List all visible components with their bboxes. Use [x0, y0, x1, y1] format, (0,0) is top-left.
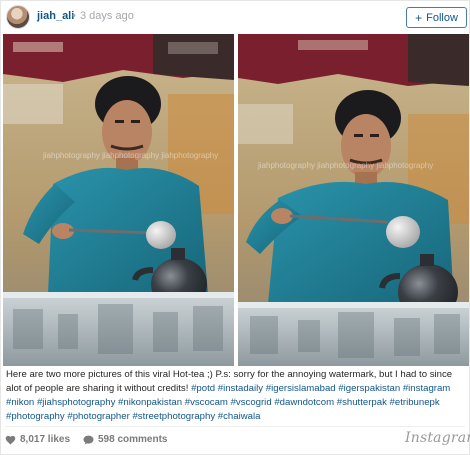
separator-dot: • — [72, 10, 76, 22]
likes-count[interactable]: 8,017 likes — [5, 434, 70, 445]
likes-label: 8,017 likes — [20, 434, 71, 445]
hashtag-link[interactable]: #vscogrid — [231, 397, 272, 408]
hashtag-link[interactable]: #nikonpakistan — [118, 397, 182, 408]
follow-label: Follow — [426, 11, 458, 24]
comments-label: 598 comments — [98, 434, 168, 445]
avatar[interactable] — [6, 5, 30, 29]
hashtag-link[interactable]: #etribunepk — [390, 397, 440, 408]
post-header: jiah_ali • 3 days ago + Follow — [1, 1, 469, 33]
hashtag-link[interactable]: #potd — [191, 383, 215, 394]
comments-count[interactable]: 598 comments — [83, 434, 167, 445]
hashtag-link[interactable]: #photography — [6, 411, 65, 422]
hashtag-link[interactable]: #shutterpak — [337, 397, 387, 408]
follow-button[interactable]: + Follow — [406, 7, 467, 28]
comment-icon[interactable] — [83, 435, 94, 445]
hashtag-link[interactable]: #instadaily — [218, 383, 263, 394]
instagram-post-card: jiah_ali • 3 days ago + Follow jiahphoto… — [0, 0, 470, 455]
username-link[interactable]: jiah_ali — [37, 10, 74, 22]
watermark-left: jiahphotography jiahphotography jiahphot… — [42, 151, 218, 160]
post-photo[interactable]: jiahphotography jiahphotography jiahphot… — [3, 34, 469, 366]
hashtag-link[interactable]: #jiahsphotography — [37, 397, 115, 408]
watermark-right: jiahphotography jiahphotography jiahphot… — [257, 161, 433, 170]
heart-icon[interactable] — [5, 435, 16, 445]
hashtag-link[interactable]: #vscocam — [185, 397, 228, 408]
hashtag-link[interactable]: #igerspakistan — [338, 383, 400, 394]
hashtag-link[interactable]: #dawndotcom — [274, 397, 334, 408]
post-timestamp[interactable]: 3 days ago — [80, 10, 134, 22]
hashtag-link[interactable]: #photographer — [67, 411, 129, 422]
instagram-logo[interactable]: Instagram — [405, 430, 470, 446]
photo-panel-right: jiahphotography jiahphotography jiahphot… — [238, 34, 469, 366]
hashtag-link[interactable]: #nikon — [6, 397, 34, 408]
hashtag-link[interactable]: #streetphotography — [132, 411, 215, 422]
hashtag-link[interactable]: #chaiwala — [218, 411, 261, 422]
post-caption: Here are two more pictures of this viral… — [6, 368, 468, 424]
hashtag-link[interactable]: #instagram — [403, 383, 450, 394]
photo-panel-left: jiahphotography jiahphotography jiahphot… — [3, 34, 234, 366]
plus-icon: + — [415, 10, 423, 25]
hashtag-link[interactable]: #igersislamabad — [266, 383, 336, 394]
footer-divider — [5, 426, 465, 427]
